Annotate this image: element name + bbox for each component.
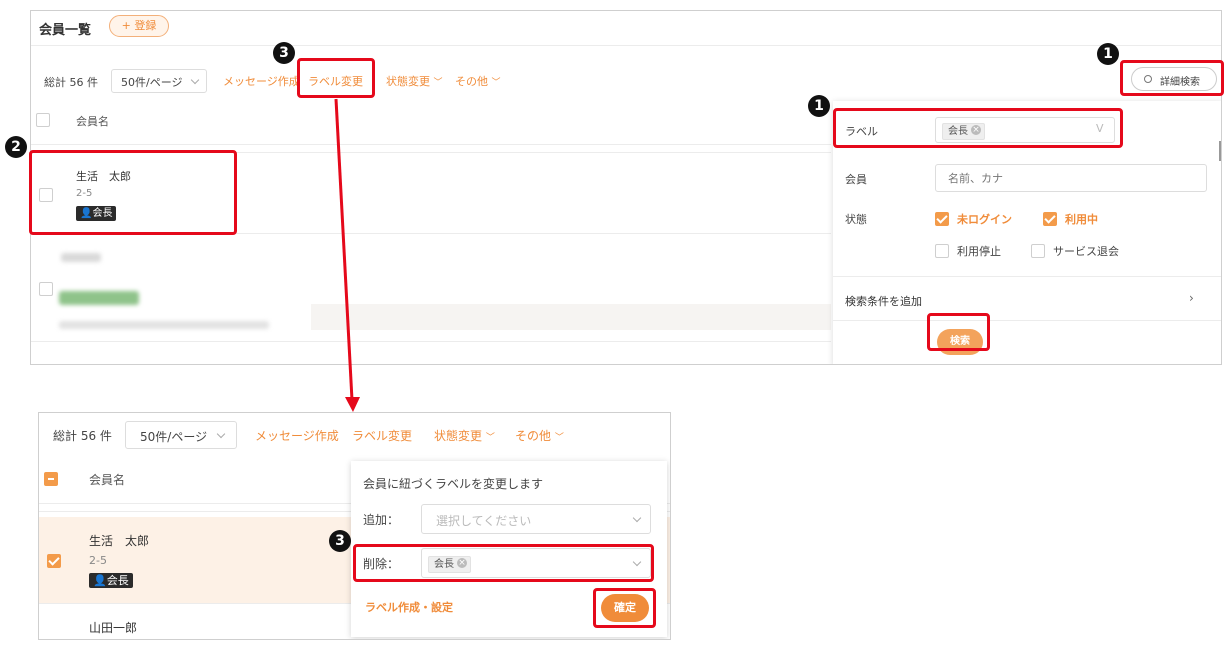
arrow — [334, 98, 360, 412]
